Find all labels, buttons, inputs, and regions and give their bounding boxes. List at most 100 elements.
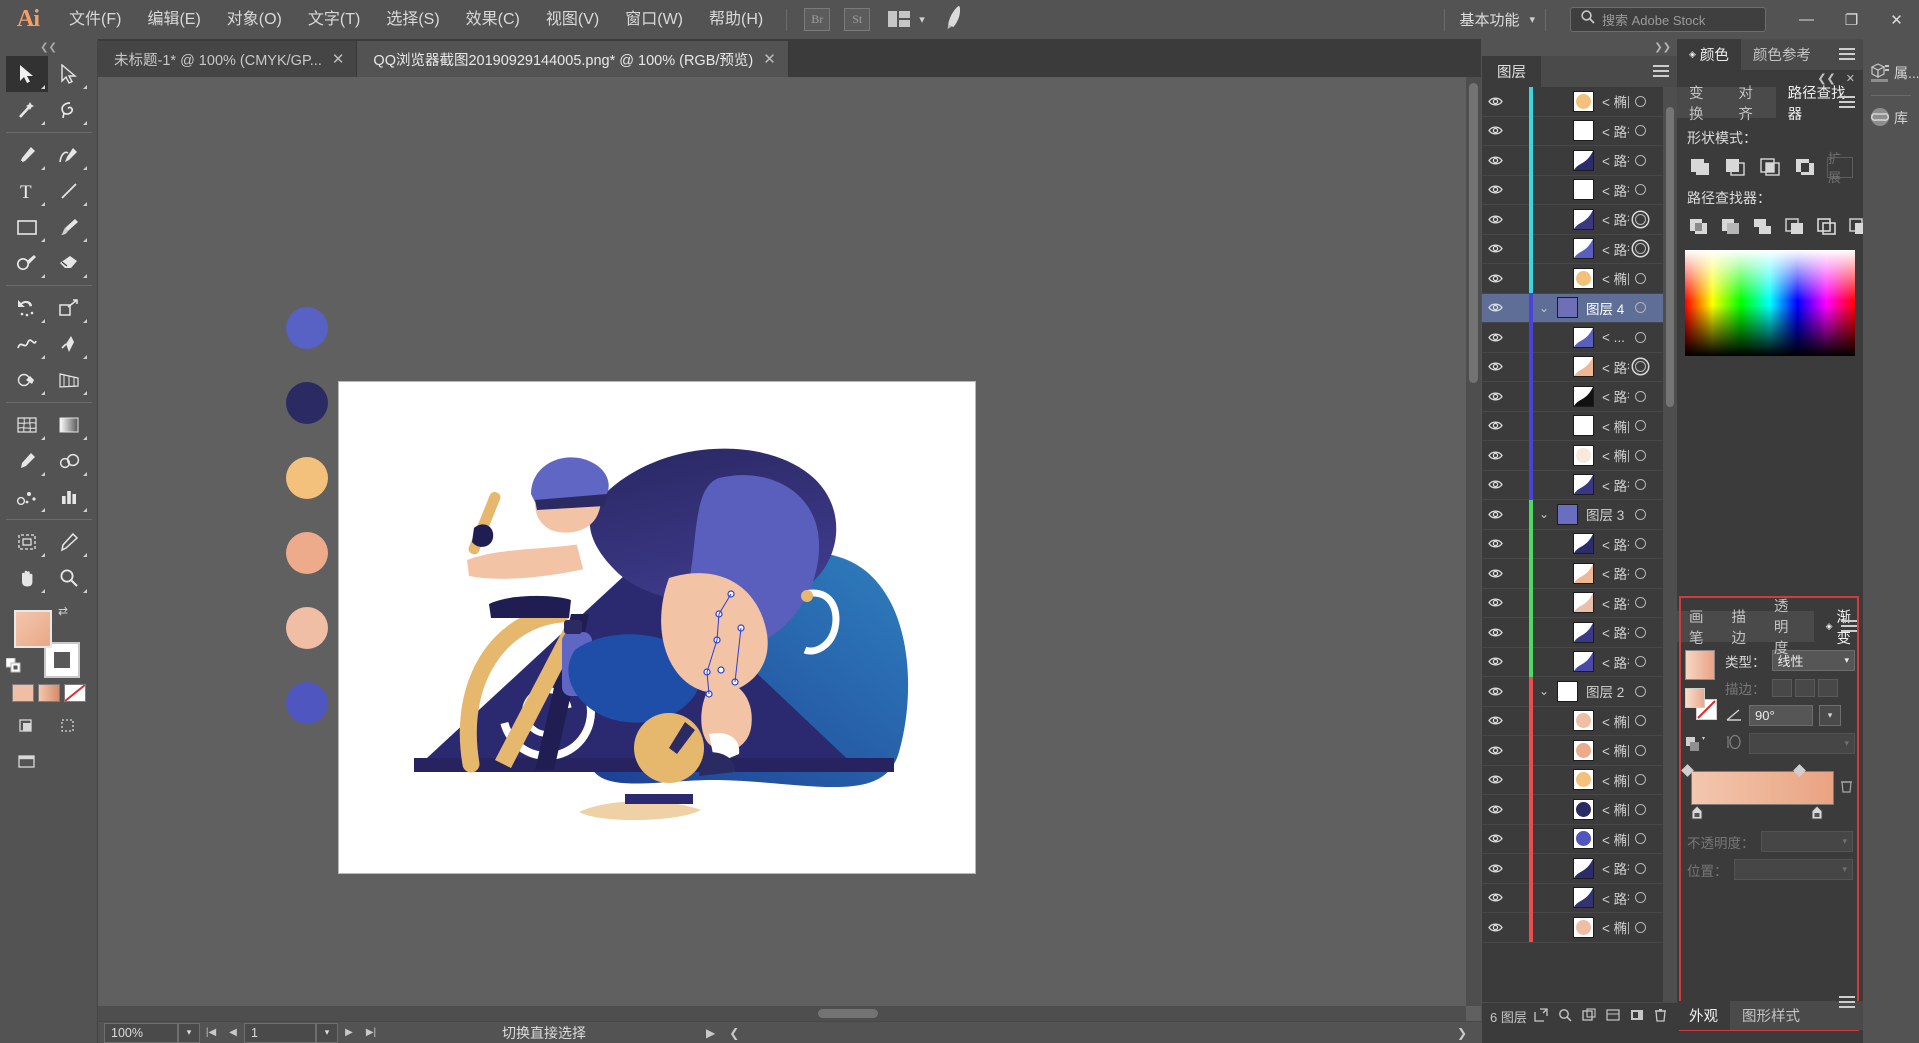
gradient-stop-start[interactable]	[1691, 805, 1703, 820]
make-clipping-mask-icon[interactable]	[1534, 1008, 1548, 1025]
menu-view[interactable]: 视图(V)	[533, 0, 612, 39]
zoom-dropdown-icon[interactable]: ▾	[178, 1022, 200, 1043]
target-indicator[interactable]	[1629, 508, 1651, 520]
workspace-name[interactable]: 基本功能	[1455, 9, 1523, 30]
gradient-stop-end[interactable]	[1811, 805, 1823, 820]
exclude-icon[interactable]	[1792, 156, 1818, 178]
tab-layers[interactable]: 图层	[1482, 56, 1541, 87]
layer-row[interactable]: < 路径 >	[1482, 175, 1663, 205]
layer-row[interactable]: < 路径 >	[1482, 381, 1663, 412]
target-indicator[interactable]	[1629, 449, 1651, 461]
visibility-eye-icon[interactable]	[1482, 214, 1509, 225]
outline-icon[interactable]	[1815, 216, 1840, 238]
scrollbar-thumb[interactable]	[818, 1009, 878, 1018]
target-indicator[interactable]	[1629, 626, 1651, 638]
unite-icon[interactable]	[1687, 156, 1713, 178]
layer-row[interactable]: < 路径 >	[1482, 352, 1663, 382]
close-button[interactable]: ✕	[1874, 0, 1919, 39]
prev-artboard-button[interactable]: ◀	[222, 1023, 244, 1043]
target-indicator[interactable]	[1629, 213, 1651, 225]
pathfinder-panel-menu-icon[interactable]	[1839, 96, 1855, 108]
swatch-dot[interactable]	[286, 682, 328, 724]
swatch-dot[interactable]	[286, 307, 328, 349]
divide-icon[interactable]	[1687, 216, 1712, 238]
zoom-level-input[interactable]: 100%	[104, 1022, 178, 1043]
visibility-eye-icon[interactable]	[1482, 804, 1509, 815]
line-segment-tool[interactable]	[48, 173, 90, 209]
canvas-horizontal-scrollbar[interactable]	[98, 1006, 1466, 1021]
target-indicator[interactable]	[1629, 243, 1651, 255]
hand-tool[interactable]	[6, 560, 48, 596]
visibility-eye-icon[interactable]	[1482, 745, 1509, 756]
layer-row[interactable]: < 椭圆 >	[1482, 794, 1663, 825]
visibility-eye-icon[interactable]	[1482, 715, 1509, 726]
artboard[interactable]	[338, 381, 976, 874]
layers-list[interactable]: < 椭圆 > < 路径 > < 路径 > < 路径 > < 路径 > < 路径 > < 椭圆…	[1482, 87, 1663, 1008]
visibility-eye-icon[interactable]	[1482, 627, 1509, 638]
gradient-angle-dropdown-icon[interactable]: ▾	[1819, 705, 1841, 726]
document-tab-2-close-icon[interactable]: ✕	[763, 50, 776, 68]
rocket-icon[interactable]	[939, 2, 971, 37]
target-indicator[interactable]	[1629, 538, 1651, 550]
gradient-fill-box[interactable]	[1685, 688, 1705, 708]
layer-row[interactable]: < 椭圆 >	[1482, 87, 1663, 117]
target-indicator[interactable]	[1629, 921, 1651, 933]
visibility-eye-icon[interactable]	[1482, 509, 1509, 520]
layer-row[interactable]: < 椭圆 >	[1482, 735, 1663, 766]
stroke-along-icon[interactable]	[1794, 679, 1815, 697]
restore-button[interactable]: ❐	[1829, 0, 1874, 39]
tab-stroke[interactable]: 描边	[1719, 610, 1761, 647]
visibility-eye-icon[interactable]	[1482, 538, 1509, 549]
target-indicator[interactable]	[1629, 715, 1651, 727]
gradient-opacity-input[interactable]: ▾	[1760, 831, 1853, 852]
visibility-eye-icon[interactable]	[1482, 184, 1509, 195]
swatch-dot[interactable]	[286, 457, 328, 499]
color-panel-menu-icon[interactable]	[1839, 48, 1855, 60]
curvature-tool[interactable]	[48, 137, 90, 173]
swatch-dot[interactable]	[286, 532, 328, 574]
target-indicator[interactable]	[1629, 567, 1651, 579]
visibility-eye-icon[interactable]	[1482, 273, 1509, 284]
collect-in-new-layer-icon[interactable]	[1606, 1008, 1620, 1025]
visibility-eye-icon[interactable]	[1482, 96, 1509, 107]
zoom-tool[interactable]	[48, 560, 90, 596]
status-expand-icon[interactable]: ❯	[1457, 1026, 1467, 1040]
visibility-eye-icon[interactable]	[1482, 922, 1509, 933]
target-indicator[interactable]	[1629, 744, 1651, 756]
dock-item-libraries[interactable]: 库	[1863, 98, 1919, 138]
menu-window[interactable]: 窗口(W)	[612, 0, 696, 39]
gradient-angle-input[interactable]: 90°	[1749, 705, 1813, 726]
menu-help[interactable]: 帮助(H)	[696, 0, 776, 39]
artboard-number-input[interactable]: 1	[244, 1022, 316, 1043]
target-indicator[interactable]	[1629, 479, 1651, 491]
visibility-eye-icon[interactable]	[1482, 892, 1509, 903]
direct-selection-tool[interactable]	[48, 56, 90, 92]
minus-front-icon[interactable]	[1722, 156, 1748, 178]
visibility-eye-icon[interactable]	[1482, 568, 1509, 579]
target-indicator[interactable]	[1629, 272, 1651, 284]
last-artboard-button[interactable]: ▶|	[360, 1023, 382, 1043]
first-artboard-button[interactable]: |◀	[200, 1023, 222, 1043]
layer-row[interactable]: < 路径 >	[1482, 588, 1663, 618]
document-tab-1[interactable]: 未标题-1* @ 100% (CMYK/GP... ✕	[98, 41, 358, 77]
target-indicator[interactable]	[1629, 774, 1651, 786]
workspace-switcher[interactable]: 基本功能 ▾ 搜索 Adobe Stock — ❐ ✕	[1434, 0, 1919, 39]
layer-row[interactable]: < 椭圆 >	[1482, 411, 1663, 441]
selection-tool[interactable]	[6, 56, 48, 92]
gradient-tool[interactable]	[48, 407, 90, 443]
target-indicator[interactable]	[1629, 331, 1651, 343]
delete-selection-icon[interactable]	[1654, 1008, 1667, 1025]
column-graph-tool[interactable]	[48, 479, 90, 515]
expand-button[interactable]: 扩展	[1827, 151, 1853, 185]
layers-panel-menu-icon[interactable]	[1653, 65, 1669, 77]
menu-select[interactable]: 选择(S)	[373, 0, 452, 39]
trash-icon[interactable]	[1840, 779, 1853, 798]
fill-swatch[interactable]	[14, 610, 52, 648]
toolbar-collapse-handle[interactable]: ❮❮	[0, 39, 97, 56]
visibility-eye-icon[interactable]	[1482, 361, 1509, 372]
target-indicator[interactable]	[1629, 390, 1651, 402]
document-tab-1-close-icon[interactable]: ✕	[332, 50, 345, 68]
create-new-layer-icon[interactable]	[1630, 1008, 1644, 1025]
visibility-eye-icon[interactable]	[1482, 302, 1509, 313]
stroke-within-icon[interactable]	[1771, 679, 1792, 697]
